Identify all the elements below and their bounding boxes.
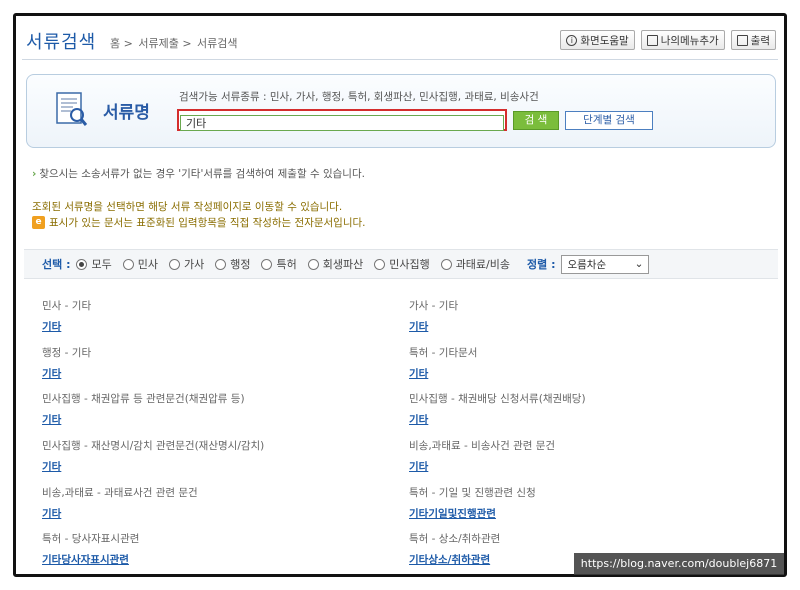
result-category: 행정 - 기타 (42, 347, 92, 359)
result-category: 민사 - 기타 (42, 300, 92, 312)
radio-label: 특허 (276, 258, 297, 271)
chevron-down-icon: ⌄ (634, 258, 644, 270)
result-category: 가사 - 기타 (409, 300, 459, 312)
breadcrumb-current: 서류검색 (197, 37, 238, 50)
sort-label: 정렬 : (527, 258, 556, 271)
not-found-text: 찾으시는 소송서류가 없는 경우 '기타'서류를 검색하여 제출할 수 있습니다… (39, 168, 365, 180)
radio-dot[interactable] (122, 258, 134, 270)
result-link[interactable]: 기타 (42, 366, 372, 381)
radio-label: 민사집행 (389, 258, 430, 271)
printer-icon (736, 34, 748, 46)
book-icon (646, 34, 658, 46)
radio-dot[interactable] (440, 258, 452, 270)
result-item: 특허 - 기일 및 진행관련 신청기타기일및진행관련 (409, 485, 739, 521)
add-my-menu-button[interactable]: 나의메뉴추가 (640, 30, 725, 50)
result-link[interactable]: 기타 (409, 412, 739, 427)
result-link[interactable]: 기타 (409, 319, 739, 334)
header-buttons: i 화면도움말 나의메뉴추가 출력 (560, 30, 776, 50)
result-category: 비송,과태료 - 비송사건 관련 문건 (409, 440, 556, 452)
result-item: 가사 - 기타기타 (409, 298, 739, 334)
arrow-icon: › (32, 168, 37, 180)
result-link[interactable]: 기타 (42, 506, 372, 521)
radio-dot[interactable] (215, 258, 227, 270)
e-doc-hint: e 표시가 있는 문서는 표준화된 입력항목을 직접 작성하는 전자문서입니다. (32, 215, 366, 230)
result-link[interactable]: 기타 (42, 412, 372, 427)
result-category: 특허 - 상소/취하관련 (409, 533, 501, 545)
result-item: 행정 - 기타기타 (42, 345, 372, 381)
breadcrumb-submit[interactable]: 서류제출 > (138, 37, 191, 50)
page-title: 서류검색 (26, 32, 97, 53)
filter-label: 선택 : (42, 258, 71, 271)
result-category: 민사집행 - 채권압류 등 관련문건(채권압류 등) (42, 393, 245, 405)
result-item: 민사집행 - 재산명시/감치 관련문건(재산명시/감치) 기타 (42, 438, 372, 474)
radio-dot[interactable] (374, 258, 386, 270)
radio-all[interactable]: 모두 (76, 256, 112, 272)
print-button[interactable]: 출력 (730, 30, 776, 50)
info-icon: i (566, 34, 578, 46)
not-found-notice: › 찾으시는 소송서류가 없는 경우 '기타'서류를 검색하여 제출할 수 있습니… (32, 166, 365, 181)
result-link[interactable]: 기타 (409, 459, 739, 474)
result-link[interactable]: 기타당사자표시관련 (42, 552, 372, 567)
window-frame: 서류검색 홈 > 서류제출 > 서류검색 i 화면도움말 나의메뉴추가 출력 서… (13, 13, 787, 577)
search-button[interactable]: 검 색 (513, 111, 559, 130)
radio-label: 가사 (183, 258, 205, 271)
radio-dot[interactable] (307, 258, 319, 270)
result-category: 민사집행 - 재산명시/감치 관련문건(재산명시/감치) (42, 440, 265, 452)
header-divider (22, 59, 778, 60)
result-link[interactable]: 기타 (409, 366, 739, 381)
result-item: 민사집행 - 채권배당 신청서류(채권배당) 기타 (409, 391, 739, 427)
result-item: 특허 - 기타문서기타 (409, 345, 739, 381)
select-hint: 조회된 서류명을 선택하면 해당 서류 작성페이지로 이동할 수 있습니다. (32, 201, 343, 213)
sort-select[interactable]: 오름차순 ⌄ (561, 254, 650, 274)
result-category: 민사집행 - 채권배당 신청서류(채권배당) (409, 393, 586, 405)
radio-patent[interactable]: 특허 (261, 256, 297, 272)
add-my-menu-label: 나의메뉴추가 (660, 34, 719, 47)
result-item: 비송,과태료 - 비송사건 관련 문건기타 (409, 438, 739, 474)
result-category: 비송,과태료 - 과태료사건 관련 문건 (42, 487, 198, 499)
radio-administrative[interactable]: 행정 (215, 256, 250, 272)
radio-dot[interactable] (168, 258, 180, 270)
result-link[interactable]: 기타 (42, 459, 372, 474)
breadcrumb: 홈 > 서류제출 > 서류검색 (110, 35, 240, 51)
radio-label: 모두 (91, 258, 112, 271)
available-types-text: 검색가능 서류종류 : 민사, 가사, 행정, 특허, 회생파산, 민사집행, … (179, 91, 539, 103)
document-name-label: 서류명 (103, 103, 150, 123)
page-header: 서류검색 홈 > 서류제출 > 서류검색 i 화면도움말 나의메뉴추가 출력 (24, 28, 776, 58)
result-category: 특허 - 기타문서 (409, 347, 478, 359)
radio-civil[interactable]: 민사 (122, 256, 158, 272)
radio-civil-execution[interactable]: 민사집행 (374, 256, 430, 272)
print-button-label: 출력 (750, 34, 770, 47)
radio-label: 과태료/비송 (455, 258, 510, 271)
step-search-button[interactable]: 단계별 검색 (565, 111, 653, 130)
result-category: 특허 - 당사자표시관련 (42, 533, 140, 545)
result-link[interactable]: 기타 (42, 319, 372, 334)
sort-value: 오름차순 (567, 258, 607, 271)
result-item: 특허 - 당사자표시관련기타당사자표시관련 (42, 531, 372, 567)
help-button[interactable]: i 화면도움말 (560, 30, 635, 50)
radio-bankruptcy[interactable]: 회생파산 (307, 256, 364, 272)
radio-dot[interactable] (261, 258, 273, 270)
result-item: 비송,과태료 - 과태료사건 관련 문건기타 (42, 485, 372, 521)
e-doc-hint-text: 표시가 있는 문서는 표준화된 입력항목을 직접 작성하는 전자문서입니다. (49, 217, 366, 229)
e-document-icon: e (32, 216, 45, 229)
search-input[interactable] (180, 115, 504, 131)
breadcrumb-home[interactable]: 홈 > (110, 37, 133, 50)
result-link[interactable]: 기타기일및진행관련 (409, 506, 739, 521)
result-item: 민사집행 - 채권압류 등 관련문건(채권압류 등) 기타 (42, 391, 372, 427)
watermark: https://blog.naver.com/doublej6871 (574, 553, 784, 575)
radio-label: 회생파산 (322, 258, 364, 271)
search-input-wrapper (177, 109, 507, 131)
radio-fine-nonlitigation[interactable]: 과태료/비송 (440, 256, 510, 272)
filter-bar: 선택 : 모두 민사 가사 행정 특허 회생파산 민사집행 과태료/비송 정렬 … (24, 249, 778, 279)
help-button-label: 화면도움말 (580, 34, 629, 47)
radio-dot[interactable] (76, 258, 88, 270)
document-search-icon (56, 92, 88, 126)
radio-family[interactable]: 가사 (168, 256, 205, 272)
result-category: 특허 - 기일 및 진행관련 신청 (409, 487, 536, 499)
radio-label: 행정 (230, 258, 251, 271)
radio-label: 민사 (137, 258, 158, 271)
result-item: 민사 - 기타기타 (42, 298, 372, 334)
search-panel: 서류명 검색가능 서류종류 : 민사, 가사, 행정, 특허, 회생파산, 민사… (26, 74, 776, 148)
